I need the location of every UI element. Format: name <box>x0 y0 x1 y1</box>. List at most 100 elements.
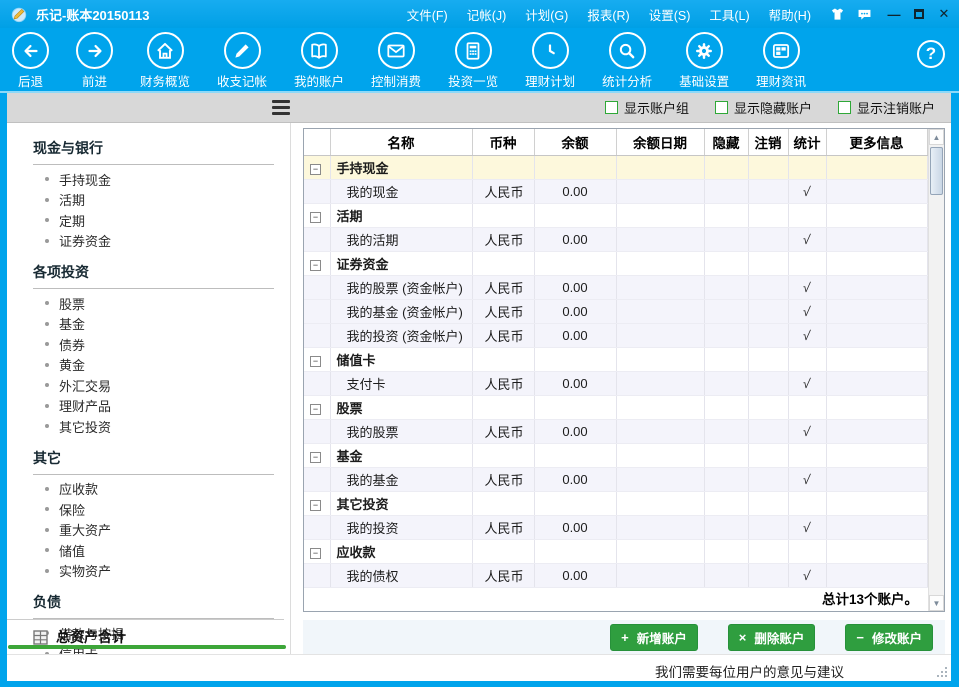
column-header[interactable]: 名称 <box>330 129 472 155</box>
menu-item[interactable]: 设置(S) <box>649 5 691 24</box>
cell-bal <box>534 251 616 275</box>
column-header[interactable]: 更多信息 <box>826 129 927 155</box>
feedback-chat-icon[interactable] <box>856 6 873 23</box>
toolbar-button[interactable]: 我的账户 <box>294 32 344 90</box>
account-row[interactable]: 我的股票 (资金帐户)人民币0.00√ <box>304 275 927 299</box>
toolbar-button[interactable]: 理财资讯 <box>756 32 806 90</box>
account-group-row[interactable]: −其它投资 <box>304 491 927 515</box>
collapse-icon[interactable]: − <box>310 260 321 271</box>
help-button[interactable]: ? <box>917 40 945 68</box>
account-row[interactable]: 我的债权人民币0.00√ <box>304 563 927 587</box>
column-header[interactable]: 余额日期 <box>616 129 704 155</box>
cell-more <box>826 515 927 539</box>
collapse-icon[interactable]: − <box>310 212 321 223</box>
toolbar-button[interactable]: 后退 <box>12 32 49 90</box>
column-header[interactable]: 统计 <box>788 129 826 155</box>
scroll-up-icon[interactable]: ▲ <box>929 129 944 145</box>
sidebar-item[interactable]: 债券 <box>33 334 274 355</box>
menu-item[interactable]: 报表(R) <box>587 5 629 24</box>
menu-item[interactable]: 帮助(H) <box>769 5 811 24</box>
column-header[interactable]: 币种 <box>472 129 534 155</box>
action-button-label: 修改账户 <box>872 628 922 647</box>
account-row[interactable]: 我的股票人民币0.00√ <box>304 419 927 443</box>
column-header[interactable]: 余额 <box>534 129 616 155</box>
column-header[interactable]: 注销 <box>748 129 788 155</box>
cell-exp: − <box>304 395 330 419</box>
sidebar-item[interactable]: 活期 <box>33 190 274 211</box>
sidebar-item[interactable]: 证券资金 <box>33 231 274 252</box>
account-row[interactable]: 我的活期人民币0.00√ <box>304 227 927 251</box>
sidebar-item[interactable]: 其它投资 <box>33 416 274 437</box>
account-action-button[interactable]: −修改账户 <box>845 624 933 651</box>
minimize-button[interactable]: — <box>887 7 901 21</box>
menu-item[interactable]: 工具(L) <box>709 5 749 24</box>
toolbar-button[interactable]: 投资一览 <box>448 32 498 90</box>
cell-date <box>616 467 704 491</box>
close-button[interactable]: ✕ <box>937 7 951 21</box>
column-header[interactable] <box>304 129 330 155</box>
toolbar-button[interactable]: 前进 <box>76 32 113 90</box>
collapse-icon[interactable]: − <box>310 500 321 511</box>
account-action-button[interactable]: +新增账户 <box>610 624 698 651</box>
account-action-button[interactable]: ×删除账户 <box>728 624 816 651</box>
account-group-row[interactable]: −应收款 <box>304 539 927 563</box>
collapse-icon[interactable]: − <box>310 356 321 367</box>
sidebar-item[interactable]: 黄金 <box>33 355 274 376</box>
menu-item[interactable]: 文件(F) <box>407 5 448 24</box>
column-header[interactable]: 隐藏 <box>704 129 748 155</box>
account-row[interactable]: 我的投资 (资金帐户)人民币0.00√ <box>304 323 927 347</box>
account-row[interactable]: 我的投资人民币0.00√ <box>304 515 927 539</box>
scrollbar-thumb[interactable] <box>930 147 943 195</box>
sidebar-item[interactable]: 理财产品 <box>33 396 274 417</box>
account-group-row[interactable]: −基金 <box>304 443 927 467</box>
collapse-icon[interactable]: − <box>310 164 321 175</box>
cell-hide <box>704 515 748 539</box>
toolbar-button[interactable]: 理财计划 <box>525 32 575 90</box>
cell-cur <box>472 443 534 467</box>
scrollbar-track[interactable] <box>929 145 944 595</box>
cell-date <box>616 203 704 227</box>
filter-checkbox[interactable]: 显示隐藏账户 <box>715 98 812 117</box>
sidebar-item[interactable]: 股票 <box>33 293 274 314</box>
sidebar-item[interactable]: 外汇交易 <box>33 375 274 396</box>
account-group-row[interactable]: −股票 <box>304 395 927 419</box>
sidebar-item[interactable]: 储值 <box>33 540 274 561</box>
cell-hide <box>704 227 748 251</box>
account-row[interactable]: 我的基金人民币0.00√ <box>304 467 927 491</box>
account-row[interactable]: 我的现金人民币0.00√ <box>304 179 927 203</box>
maximize-button[interactable] <box>912 7 926 21</box>
sidebar-item[interactable]: 重大资产 <box>33 520 274 541</box>
account-group-row[interactable]: −手持现金 <box>304 155 927 179</box>
account-group-row[interactable]: −证券资金 <box>304 251 927 275</box>
collapse-icon[interactable]: − <box>310 404 321 415</box>
sidebar-item[interactable]: 手持现金 <box>33 169 274 190</box>
sidebar-item[interactable]: 基金 <box>33 314 274 335</box>
sidebar-item[interactable]: 定期 <box>33 210 274 231</box>
account-row[interactable]: 我的基金 (资金帐户)人民币0.00√ <box>304 299 927 323</box>
cell-more <box>826 395 927 419</box>
menu-item[interactable]: 计划(G) <box>525 5 568 24</box>
toolbar-button[interactable]: 控制消费 <box>371 32 421 90</box>
account-group-row[interactable]: −储值卡 <box>304 347 927 371</box>
collapse-icon[interactable]: − <box>310 548 321 559</box>
skin-icon[interactable] <box>829 6 846 23</box>
sidebar-item[interactable]: 保险 <box>33 499 274 520</box>
sidebar-item[interactable]: 实物资产 <box>33 561 274 582</box>
toolbar-button[interactable]: 收支记帐 <box>217 32 267 90</box>
sidebar-item[interactable]: 应收款 <box>33 479 274 500</box>
toolbar-button[interactable]: 财务概览 <box>140 32 190 90</box>
resize-grip-icon[interactable] <box>937 667 947 677</box>
account-group-row[interactable]: −活期 <box>304 203 927 227</box>
menu-item[interactable]: 记帐(J) <box>467 5 507 24</box>
maximize-icon <box>914 9 924 19</box>
filter-checkbox[interactable]: 显示注销账户 <box>838 98 935 117</box>
sidebar-footer[interactable]: 总资产合计 <box>7 619 284 649</box>
scroll-down-icon[interactable]: ▼ <box>929 595 944 611</box>
sidebar-menu-icon[interactable] <box>272 100 290 115</box>
account-row[interactable]: 支付卡人民币0.00√ <box>304 371 927 395</box>
filter-checkbox[interactable]: 显示账户组 <box>605 98 689 117</box>
toolbar-button[interactable]: 统计分析 <box>602 32 652 90</box>
toolbar-button[interactable]: 基础设置 <box>679 32 729 90</box>
collapse-icon[interactable]: − <box>310 452 321 463</box>
vertical-scrollbar[interactable]: ▲ ▼ <box>928 129 944 611</box>
